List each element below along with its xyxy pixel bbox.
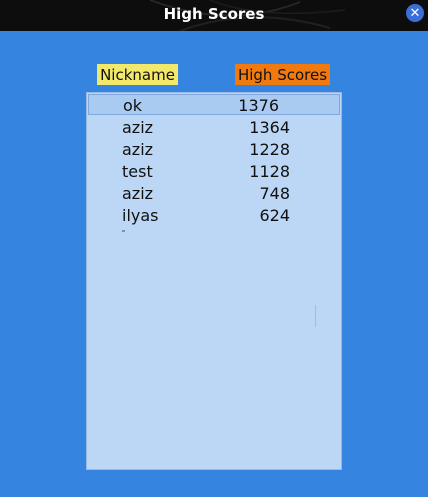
row-score: 1228 — [249, 140, 290, 159]
row-nickname: ok — [123, 96, 143, 115]
list-item[interactable]: aziz 1228 — [88, 139, 340, 160]
clipped-row-fragment — [122, 230, 125, 232]
nickname-header: Nickname — [97, 64, 178, 85]
row-nickname: aziz — [122, 118, 154, 137]
window-title: High Scores — [163, 5, 265, 23]
list-item[interactable]: aziz 1364 — [88, 117, 340, 138]
scroll-indicator — [315, 305, 316, 327]
row-nickname: ilyas — [122, 206, 159, 225]
row-score: 1376 — [238, 96, 279, 115]
row-score: 1128 — [249, 162, 290, 181]
row-score: 1364 — [249, 118, 290, 137]
title-bar: High Scores ✕ — [0, 0, 428, 31]
list-item[interactable]: test 1128 — [88, 161, 340, 182]
list-item[interactable]: ok 1376 — [88, 94, 340, 115]
row-score: 624 — [259, 206, 290, 225]
scores-list[interactable]: ok 1376 aziz 1364 aziz 1228 test 1128 az… — [86, 92, 342, 470]
list-item[interactable]: aziz 748 — [88, 183, 340, 204]
close-button[interactable]: ✕ — [406, 4, 424, 22]
row-score: 748 — [259, 184, 290, 203]
list-item[interactable]: ilyas 624 — [88, 205, 340, 226]
row-nickname: aziz — [122, 140, 154, 159]
row-nickname: test — [122, 162, 153, 181]
row-nickname: aziz — [122, 184, 154, 203]
close-icon: ✕ — [409, 5, 421, 21]
high-scores-header: High Scores — [235, 64, 330, 85]
